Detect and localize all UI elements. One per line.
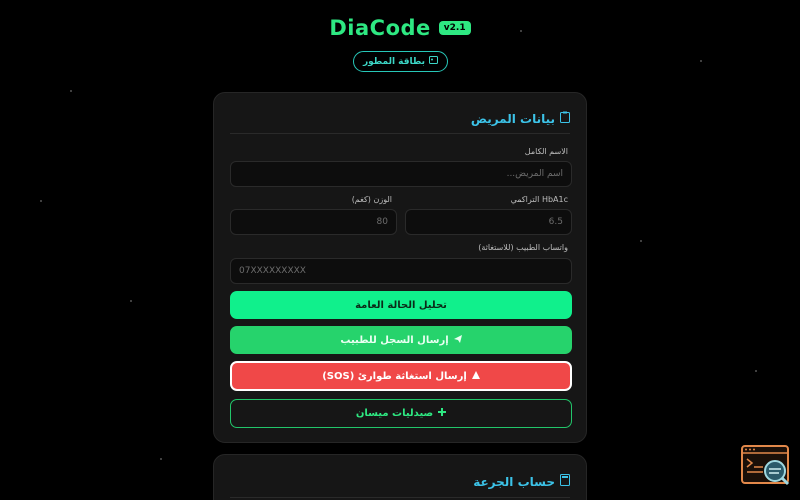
card-divider bbox=[230, 497, 570, 498]
patient-card-title-text: بيانات المريض bbox=[470, 111, 555, 126]
doctor-whatsapp-input[interactable] bbox=[230, 258, 572, 284]
whatsapp-label: واتساب الطبيب (للاستغاثة) bbox=[478, 243, 568, 252]
card-divider bbox=[230, 133, 570, 134]
app-title: DiaCode bbox=[329, 16, 431, 40]
dose-card-title-text: حساب الجرعة bbox=[473, 474, 555, 489]
dose-calculation-card: حساب الجرعة bbox=[213, 454, 587, 500]
send-record-label: إرسال السجل للطبيب bbox=[340, 334, 449, 346]
app-header: DiaCode v2.1 bbox=[0, 16, 800, 40]
developer-card-button[interactable]: بطاقة المطور bbox=[353, 51, 448, 72]
patient-card-title: بيانات المريض bbox=[471, 111, 570, 126]
full-name-label: الاسم الكامل bbox=[524, 147, 568, 156]
analyze-button[interactable]: تحليل الحالة العامة bbox=[230, 291, 572, 319]
weight-label: الوزن (كغم) bbox=[351, 195, 392, 204]
hba1c-label: HbA1c التراكمي bbox=[510, 195, 568, 204]
star-decoration bbox=[700, 60, 702, 62]
star-decoration bbox=[70, 90, 72, 92]
weight-input[interactable] bbox=[230, 209, 397, 235]
analyze-button-label: تحليل الحالة العامة bbox=[355, 299, 447, 311]
send-icon bbox=[453, 334, 462, 346]
sos-button[interactable]: إرسال استغاثة طوارئ (SOS) bbox=[230, 361, 572, 391]
full-name-input[interactable] bbox=[230, 161, 572, 187]
hba1c-input[interactable] bbox=[405, 209, 572, 235]
clipboard-icon bbox=[560, 111, 570, 126]
star-decoration bbox=[755, 370, 757, 372]
pharmacies-label: صيدليات ميسان bbox=[355, 408, 434, 419]
pharmacies-button[interactable]: صيدليات ميسان bbox=[230, 399, 572, 428]
star-decoration bbox=[160, 458, 162, 460]
developer-card-label: بطاقة المطور bbox=[362, 56, 426, 67]
star-decoration bbox=[40, 200, 42, 202]
version-badge: v2.1 bbox=[438, 21, 471, 35]
patient-data-card: بيانات المريض الاسم الكامل HbA1c التراكم… bbox=[213, 92, 587, 443]
dose-card-title: حساب الجرعة bbox=[473, 474, 570, 489]
pharmacy-icon bbox=[438, 408, 447, 419]
id-card-icon bbox=[429, 56, 439, 67]
send-record-button[interactable]: إرسال السجل للطبيب bbox=[230, 326, 572, 354]
star-decoration bbox=[130, 300, 132, 302]
star-decoration bbox=[640, 240, 642, 242]
alert-icon bbox=[471, 370, 480, 382]
calculator-icon bbox=[560, 474, 570, 489]
sos-label: إرسال استغاثة طوارئ (SOS) bbox=[322, 370, 467, 382]
floating-assistant-widget[interactable] bbox=[741, 445, 791, 487]
